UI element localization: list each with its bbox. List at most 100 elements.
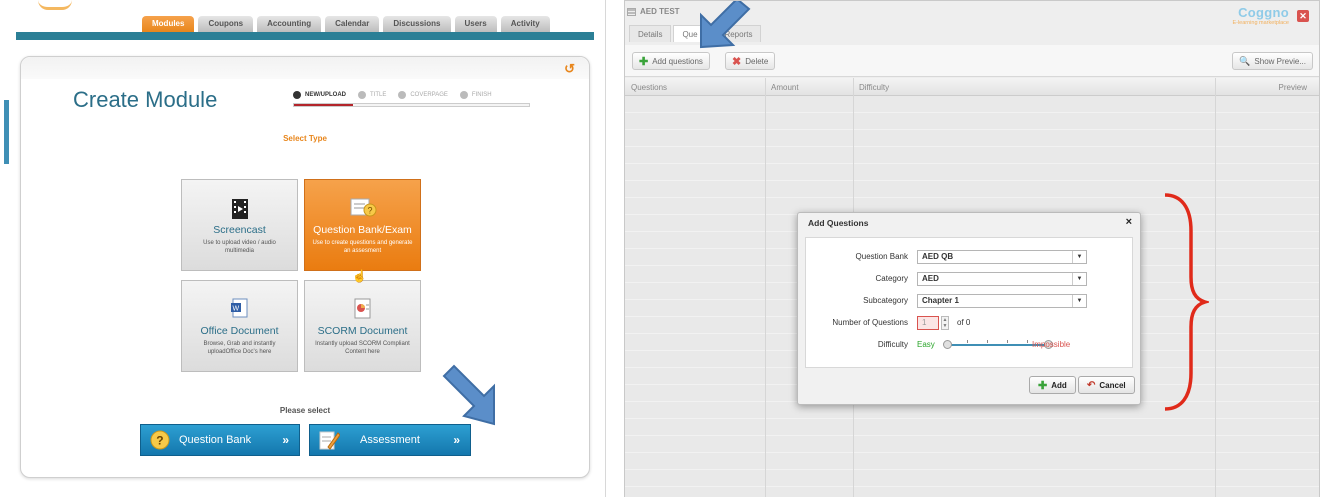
dialog-form: Question Bank AED QB ▼ Category AED ▼ Su… [805, 237, 1133, 368]
tile-scorm-document[interactable]: SCORM Document Instantly upload SCORM Co… [304, 280, 421, 372]
tile-screencast[interactable]: Screencast Use to upload video / audio m… [181, 179, 298, 271]
card-header [21, 57, 589, 79]
svg-text:W: W [232, 306, 239, 313]
category-select[interactable]: AED ▼ [917, 272, 1087, 286]
question-bank-select[interactable]: AED QB ▼ [917, 250, 1087, 264]
step-2-icon [358, 91, 366, 99]
add-questions-button[interactable]: ✚ Add questions [632, 52, 710, 70]
slider-tick [987, 340, 988, 343]
step-coverpage: COVERPAGE [398, 91, 448, 99]
tile-screencast-title: Screencast [213, 224, 266, 236]
cancel-button[interactable]: ↶ Cancel [1078, 376, 1135, 394]
undo-icon: ↶ [1087, 379, 1096, 391]
question-bank-label: Question Bank [855, 252, 908, 261]
film-icon [182, 180, 297, 220]
tile-question-bank-title: Question Bank/Exam [313, 224, 412, 236]
slider-tick [1027, 340, 1028, 343]
plus-icon: ✚ [639, 55, 649, 68]
tab-discussions[interactable]: Discussions [383, 16, 451, 32]
nav-underline-bar [16, 32, 594, 40]
question-bank-icon: ? [305, 180, 420, 220]
double-chevron-right-icon: » [282, 433, 289, 447]
magnifier-icon: 🔍 [1239, 55, 1251, 66]
difficulty-max-label: Impossible [1032, 340, 1071, 349]
side-handle [4, 100, 9, 164]
hand-cursor-icon: ☝ [352, 269, 367, 283]
tile-office-document-desc: Browse, Grab and instantly uploadOffice … [203, 341, 276, 355]
pencil-paper-icon [318, 429, 340, 451]
step-4-icon [459, 91, 468, 99]
annotation-arrow-icon [442, 364, 495, 426]
scorm-document-icon [305, 281, 420, 321]
delete-icon: ✖ [732, 55, 742, 68]
col-difficulty: Difficulty [859, 83, 890, 92]
dialog-title: Add Questions [808, 218, 869, 228]
svg-text:?: ? [156, 434, 163, 448]
question-mark-icon: ? [149, 429, 171, 451]
step-new-upload: NEW/UPLOAD [293, 91, 346, 99]
step-3-icon [398, 91, 407, 99]
difficulty-min-label: Easy [917, 340, 935, 349]
chevron-down-icon: ▼ [1072, 273, 1086, 285]
wizard-steps: NEW/UPLOAD TITLE COVERPAGE FINISH [293, 91, 492, 99]
tab-modules[interactable]: Modules [142, 16, 195, 32]
chevron-down-icon: ▼ [1072, 295, 1086, 307]
question-total-text: of 0 [957, 318, 971, 327]
word-document-icon: W [182, 281, 297, 321]
subcategory-select[interactable]: Chapter 1 ▼ [917, 294, 1087, 308]
col-questions: Questions [631, 83, 668, 92]
delete-button[interactable]: ✖ Delete [725, 52, 776, 70]
number-stepper[interactable]: ▲ ▼ [941, 316, 949, 330]
window-title: AED TEST [627, 7, 680, 16]
wizard-progress-fill [294, 104, 353, 106]
col-preview: Preview [1278, 83, 1307, 92]
wizard-progress-bar [293, 103, 530, 107]
plus-icon: ✚ [1038, 379, 1048, 392]
chevron-down-icon: ▼ [1072, 251, 1086, 263]
number-of-questions-label: Number of Questions [832, 318, 908, 327]
tab-activity[interactable]: Activity [500, 16, 550, 32]
tile-scorm-document-title: SCORM Document [317, 325, 408, 337]
step-1-icon [293, 91, 301, 99]
dialog-close-icon[interactable]: × [1126, 216, 1132, 228]
tile-scorm-document-desc: Instantly upload SCORM Compliant Content… [315, 341, 410, 355]
col-amount: Amount [771, 83, 799, 92]
svg-text:?: ? [367, 206, 372, 216]
annotation-brace-icon [1164, 193, 1209, 411]
back-arrow-icon[interactable]: ↺ [564, 61, 575, 77]
question-bank-button[interactable]: ? Question Bank » [140, 424, 300, 456]
slider-tick [967, 340, 968, 343]
tile-office-document-title: Office Document [200, 325, 279, 337]
tab-coupons[interactable]: Coupons [198, 16, 254, 32]
add-button[interactable]: ✚ Add [1029, 376, 1076, 394]
difficulty-label: Difficulty [877, 340, 908, 349]
tile-question-bank-exam[interactable]: ? Question Bank/Exam Use to create quest… [304, 179, 421, 271]
main-nav-tabs: Modules Coupons Accounting Calendar Disc… [142, 16, 550, 32]
tab-users[interactable]: Users [454, 16, 497, 32]
create-module-panel: Modules Coupons Accounting Calendar Disc… [0, 0, 606, 497]
tab-calendar[interactable]: Calendar [325, 16, 380, 32]
step-finish: FINISH [459, 91, 492, 99]
page-title: Create Module [73, 87, 218, 112]
slider-handle-min[interactable] [943, 340, 952, 349]
select-type-label: Select Type [283, 134, 327, 143]
question-bank-window: AED TEST Coggno E-learning marketplace ✕… [624, 0, 1320, 497]
number-of-questions-input[interactable]: 1 [917, 316, 939, 330]
show-preview-button[interactable]: 🔍 Show Previe... [1232, 52, 1313, 70]
category-label: Category [875, 274, 908, 283]
tab-accounting[interactable]: Accounting [257, 16, 322, 32]
question-bank-row: Question Bank AED QB ▼ [806, 250, 1132, 264]
screenshot-root: Modules Coupons Accounting Calendar Disc… [0, 0, 1320, 497]
tile-question-bank-desc: Use to create questions and generate an … [312, 240, 413, 254]
tile-office-document[interactable]: W Office Document Browse, Grab and insta… [181, 280, 298, 372]
category-row: Category AED ▼ [806, 272, 1132, 286]
annotation-arrow-icon [700, 1, 751, 49]
tab-details[interactable]: Details [629, 25, 672, 42]
logo-fragment [38, 0, 72, 10]
slider-tick [1007, 340, 1008, 343]
tile-screencast-desc: Use to upload video / audio multimedia [203, 240, 276, 254]
column-divider [1215, 78, 1216, 497]
number-of-questions-row: Number of Questions 1 ▲ ▼ of 0 [806, 316, 1132, 330]
window-close-icon[interactable]: ✕ [1297, 10, 1309, 22]
subcategory-row: Subcategory Chapter 1 ▼ [806, 294, 1132, 308]
